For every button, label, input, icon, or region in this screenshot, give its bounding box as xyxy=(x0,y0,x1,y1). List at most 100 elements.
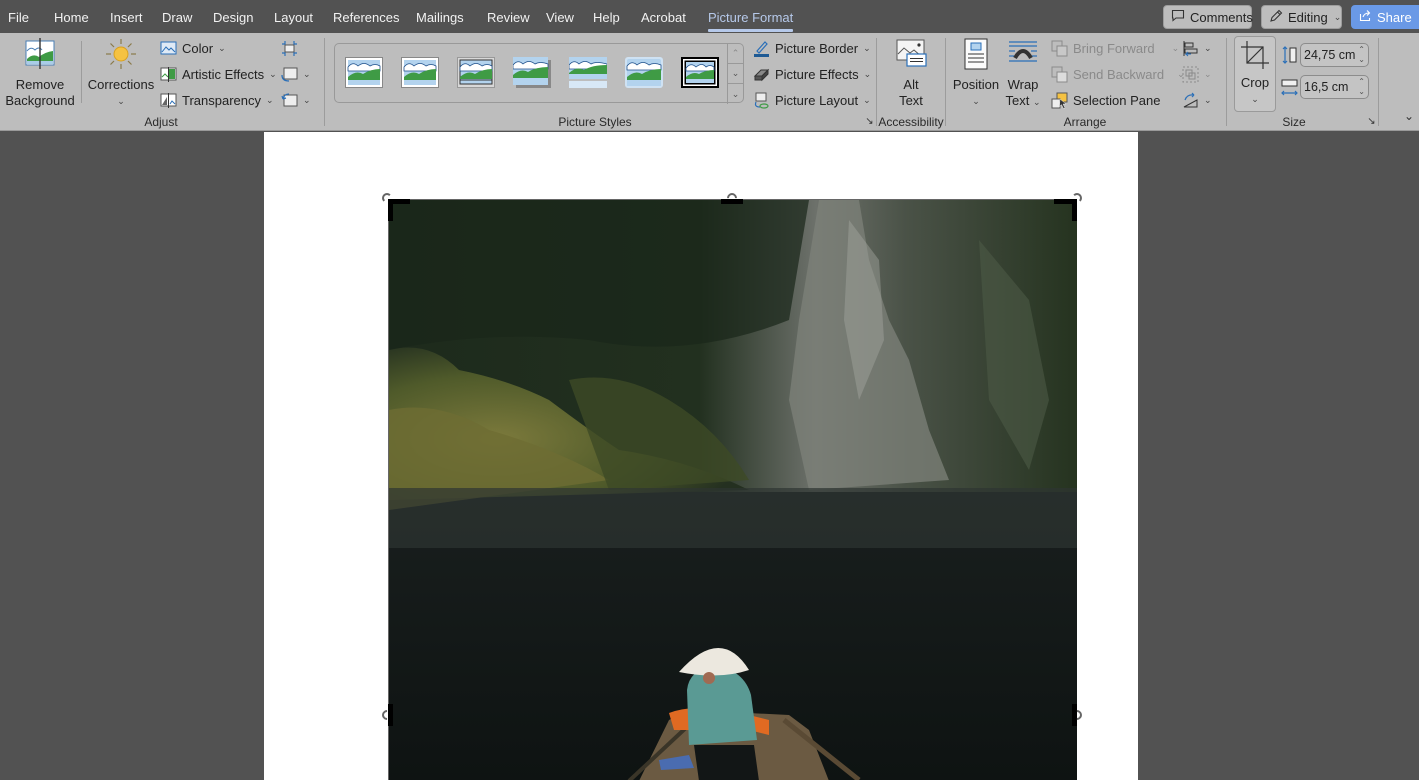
tab-file[interactable]: File xyxy=(8,0,29,33)
picture-styles-dialog-launcher[interactable]: ↘ xyxy=(864,116,875,127)
chevron-down-icon: ⌄ xyxy=(303,68,311,79)
picture-border-label: Picture Border xyxy=(775,40,859,56)
tab-review[interactable]: Review xyxy=(487,0,530,33)
comment-icon xyxy=(1171,9,1185,25)
gallery-scroll-down[interactable]: ⌄ xyxy=(727,64,743,84)
position-button[interactable]: Position ⌄ xyxy=(952,37,1000,109)
separator xyxy=(324,38,325,126)
tab-picture-format[interactable]: Picture Format xyxy=(708,0,794,33)
gallery-more[interactable]: ⌄ xyxy=(727,84,743,104)
picture-effects-button[interactable]: Picture Effects ⌄ xyxy=(753,63,871,85)
remove-background-label-1: Remove xyxy=(15,77,65,92)
picture-style-reflected[interactable] xyxy=(568,57,608,88)
reset-picture-button[interactable]: ⌄ xyxy=(281,89,311,111)
color-button[interactable]: Color ⌄ xyxy=(160,37,226,59)
chevron-down-icon: ⌄ xyxy=(863,68,872,79)
compress-pictures-icon xyxy=(281,40,298,57)
spin-up-icon: ⌃ xyxy=(1358,77,1365,86)
corrections-label: Corrections xyxy=(87,77,155,92)
selected-picture[interactable] xyxy=(388,199,1077,780)
chevron-down-icon: ⌄ xyxy=(1333,11,1342,22)
picture-border-icon xyxy=(753,40,770,57)
group-icon xyxy=(1182,66,1199,83)
picture-style-soft-edge[interactable] xyxy=(625,57,663,88)
group-button[interactable]: ⌄ xyxy=(1182,63,1212,85)
chevron-down-icon: ⌄ xyxy=(303,94,311,105)
chevron-down-icon: ⌄ xyxy=(1251,94,1259,104)
picture-style-double-frame-black[interactable] xyxy=(681,57,719,88)
chevron-down-icon: ⌄ xyxy=(1171,42,1180,53)
shape-height-input[interactable]: 24,75 cm ⌃ ⌄ xyxy=(1300,43,1369,67)
picture-effects-label: Picture Effects xyxy=(775,66,859,82)
chevron-down-icon: ⌄ xyxy=(1204,68,1212,79)
ribbon-collapse-button[interactable]: ⌄ xyxy=(1404,109,1414,123)
tab-design[interactable]: Design xyxy=(213,0,253,33)
rotate-button[interactable]: ⌄ xyxy=(1182,89,1212,111)
remove-background-label-2: Background xyxy=(5,93,75,108)
crop-button[interactable]: Crop ⌄ xyxy=(1234,36,1276,112)
remove-background-button[interactable]: Remove Background xyxy=(5,37,75,109)
artistic-effects-button[interactable]: Artistic Effects ⌄ xyxy=(160,63,277,85)
bring-forward-button[interactable]: Bring Forward ⌄ xyxy=(1051,37,1179,59)
chevron-down-icon: ⌄ xyxy=(1404,109,1415,123)
spin-down-icon: ⌄ xyxy=(1358,55,1365,64)
tab-home[interactable]: Home xyxy=(54,0,89,33)
chevron-down-icon: ⌄ xyxy=(1204,94,1212,105)
picture-effects-icon xyxy=(753,66,770,83)
spin-up-icon: ⌃ xyxy=(1358,45,1365,54)
width-spinner-arrows[interactable]: ⌃ ⌄ xyxy=(1358,77,1365,97)
chevron-down-icon: ⌄ xyxy=(863,94,871,105)
picture-border-button[interactable]: Picture Border ⌄ xyxy=(753,37,871,59)
comments-label: Comments xyxy=(1190,9,1253,25)
resize-handle-top-right[interactable] xyxy=(1072,193,1082,203)
chevron-down-icon: ⌄ xyxy=(266,94,274,105)
tab-help[interactable]: Help xyxy=(593,0,620,33)
corrections-button[interactable]: Corrections ⌄ xyxy=(88,37,154,109)
remove-background-icon xyxy=(22,37,58,71)
tab-layout[interactable]: Layout xyxy=(274,0,313,33)
selection-pane-label: Selection Pane xyxy=(1073,92,1161,108)
send-backward-icon xyxy=(1051,66,1068,83)
alt-text-icon xyxy=(893,37,929,71)
size-group-label: Size xyxy=(1282,115,1306,129)
height-spinner-arrows[interactable]: ⌃ ⌄ xyxy=(1358,45,1365,65)
artistic-effects-label: Artistic Effects xyxy=(182,66,265,82)
comments-button[interactable]: Comments xyxy=(1163,5,1253,29)
tab-mailings[interactable]: Mailings xyxy=(416,0,464,33)
shape-width-input[interactable]: 16,5 cm ⌃ ⌄ xyxy=(1300,75,1369,99)
resize-handle-top-left[interactable] xyxy=(382,193,392,203)
editing-mode-button[interactable]: Editing ⌄ xyxy=(1261,5,1342,29)
transparency-button[interactable]: Transparency ⌄ xyxy=(160,89,274,111)
wrap-text-label-1: Wrap xyxy=(1007,77,1039,92)
chevron-down-icon: ⌄ xyxy=(972,96,980,106)
picture-layout-button[interactable]: Picture Layout ⌄ xyxy=(753,89,871,111)
tab-insert[interactable]: Insert xyxy=(110,0,143,33)
tab-acrobat[interactable]: Acrobat xyxy=(641,0,686,33)
picture-style-drop-shadow[interactable] xyxy=(512,57,551,88)
wrap-text-button[interactable]: Wrap Text ⌄ xyxy=(1003,37,1043,110)
send-backward-button[interactable]: Send Backward ⌄ xyxy=(1051,63,1185,85)
bring-forward-label: Bring Forward xyxy=(1073,40,1155,56)
picture-style-metal-frame[interactable] xyxy=(457,57,495,88)
chevron-up-icon: ⌃ xyxy=(731,48,740,58)
menu-bar: File Home Insert Draw Design Layout Refe… xyxy=(0,0,1419,33)
tab-view[interactable]: View xyxy=(546,0,574,33)
change-picture-button[interactable]: ⌄ xyxy=(281,63,311,85)
picture-style-beveled-matte[interactable] xyxy=(401,57,439,88)
shape-height-value: 24,75 cm xyxy=(1304,48,1356,62)
tab-references[interactable]: References xyxy=(333,0,399,33)
picture-style-simple-frame[interactable] xyxy=(345,57,383,88)
size-dialog-launcher[interactable]: ↘ xyxy=(1366,116,1377,127)
wrap-text-label-2: Text ⌄ xyxy=(1005,93,1041,108)
send-backward-label: Send Backward xyxy=(1073,66,1165,82)
transparency-label: Transparency xyxy=(182,92,261,108)
selection-pane-button[interactable]: Selection Pane xyxy=(1051,89,1160,111)
gallery-scroll-up[interactable]: ⌃ xyxy=(727,44,743,64)
tab-draw[interactable]: Draw xyxy=(162,0,192,33)
alt-text-button[interactable]: Alt Text xyxy=(889,37,933,109)
compress-pictures-button[interactable] xyxy=(281,37,298,59)
share-button[interactable]: Share ⌄ xyxy=(1351,5,1419,29)
align-button[interactable]: ⌄ xyxy=(1182,37,1212,59)
separator xyxy=(1378,38,1379,126)
change-picture-icon xyxy=(281,66,298,83)
